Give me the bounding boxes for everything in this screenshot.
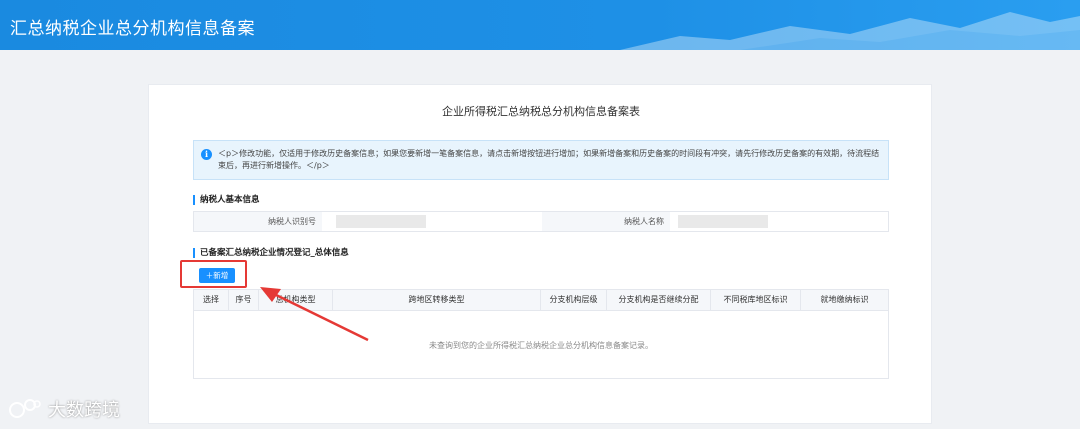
taxpayer-name-label: 纳税人名称 — [542, 212, 670, 231]
app-header: 汇总纳税企业总分机构信息备案 — [0, 0, 1080, 50]
taxpayer-name-value — [678, 215, 768, 228]
col-region-flag: 不同税库地区标识 — [711, 290, 801, 310]
col-continue-alloc: 分支机构是否继续分配 — [607, 290, 711, 310]
form-title: 企业所得税汇总纳税总分机构信息备案表 — [442, 105, 640, 118]
watermark: 大数跨境 — [8, 396, 120, 422]
notice-box: i ＜p＞修改功能，仅适用于修改历史备案信息；如果您要新增一笔备案信息，请点击新… — [193, 140, 889, 180]
col-branch-level: 分支机构层级 — [541, 290, 607, 310]
col-local-payment: 就地缴纳标识 — [820, 295, 869, 304]
taxpayer-id-value — [336, 215, 426, 228]
mountain-decoration — [620, 12, 1080, 50]
col-hq-type: 总机构类型 — [259, 290, 333, 310]
col-index: 序号 — [229, 290, 259, 310]
page-title: 汇总纳税企业总分机构信息备案 — [10, 19, 255, 39]
taxpayer-id-label: 纳税人识别号 — [194, 212, 322, 231]
empty-message: 未查询到您的企业所得税汇总纳税企业总分机构信息备案记录。 — [429, 341, 653, 350]
col-select: 选择 — [194, 290, 229, 310]
form-card: 企业所得税汇总纳税总分机构信息备案表 i ＜p＞修改功能，仅适用于修改历史备案信… — [148, 84, 932, 424]
taxpayer-section-title: 纳税人基本信息 — [193, 195, 260, 205]
info-icon: i — [201, 149, 212, 160]
notice-text: ＜p＞修改功能，仅适用于修改历史备案信息；如果您要新增一笔备案信息，请点击新增按… — [218, 149, 880, 170]
record-table: 选择 序号 总机构类型 跨地区转移类型 分支机构层级 分支机构是否继续分配 不同… — [193, 289, 889, 379]
watermark-text: 大数跨境 — [48, 400, 120, 421]
col-transfer-type: 跨地区转移类型 — [333, 290, 541, 310]
watermark-logo-icon — [9, 399, 41, 418]
record-section-title: 已备案汇总纳税企业情况登记_总体信息 — [193, 248, 349, 258]
highlight-box — [180, 260, 247, 288]
taxpayer-info-row: 纳税人识别号 纳税人名称 — [193, 211, 889, 232]
table-header: 选择 序号 总机构类型 跨地区转移类型 分支机构层级 分支机构是否继续分配 不同… — [194, 290, 888, 311]
